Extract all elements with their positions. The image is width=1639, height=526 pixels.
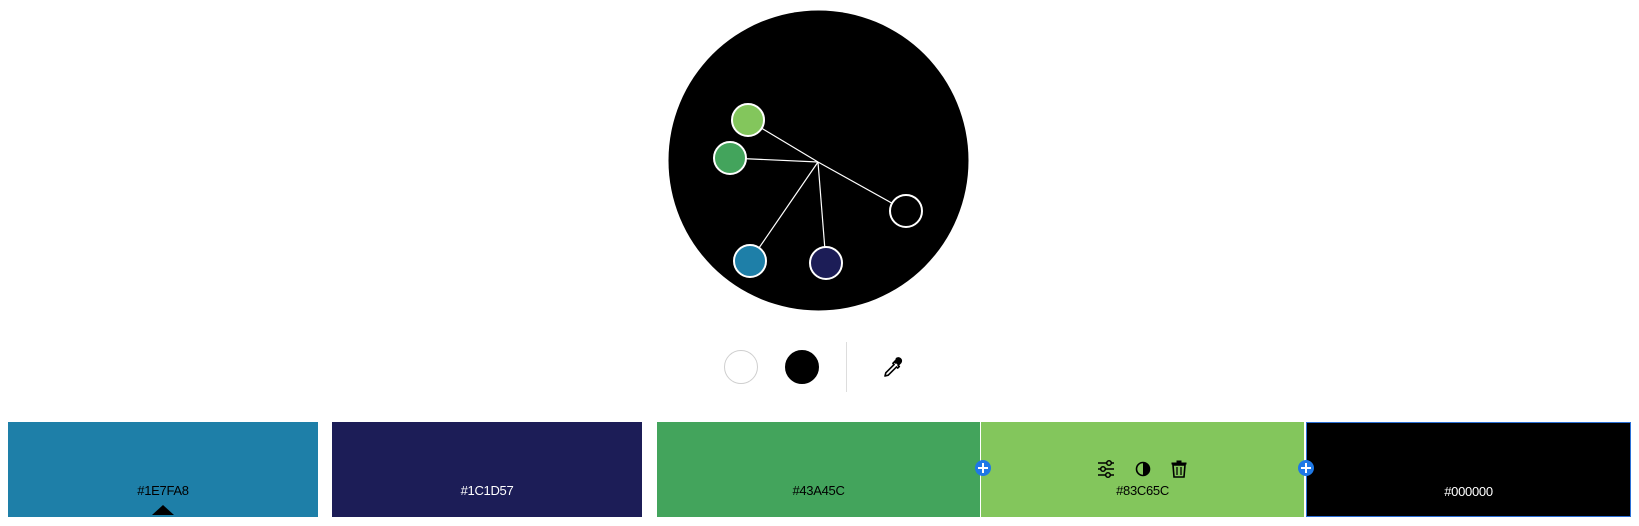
swatch-hex-label: #1C1D57: [460, 483, 514, 498]
handle-1C1D57[interactable]: [809, 246, 843, 280]
swatch-hex-label: #000000: [1444, 484, 1493, 499]
contrast-icon: [1135, 461, 1151, 477]
palette-swatch-000000[interactable]: #000000: [1306, 422, 1631, 517]
palette-swatch-43A45C[interactable]: #43A45C: [657, 422, 980, 517]
palette-swatch-83C65C[interactable]: #83C65C: [981, 422, 1304, 517]
trash-icon: [1171, 460, 1187, 478]
add-color-button[interactable]: [1298, 460, 1314, 476]
sliders-icon: [1098, 459, 1114, 479]
swatch-hex-label: #1E7FA8: [137, 483, 189, 498]
handle-43A45C[interactable]: [713, 141, 747, 175]
black-swatch-button[interactable]: [785, 350, 819, 384]
white-swatch-button[interactable]: [724, 350, 758, 384]
eyedropper-icon: [884, 357, 903, 377]
handle-83C65C[interactable]: [731, 103, 765, 137]
swatch-hex-label: #83C65C: [1116, 483, 1169, 498]
eyedropper-button[interactable]: [878, 354, 906, 382]
palette-swatch-1C1D57[interactable]: #1C1D57: [332, 422, 642, 517]
selected-marker-icon: [152, 505, 174, 515]
delete-button[interactable]: [1168, 458, 1190, 480]
color-wheel-svg[interactable]: [668, 10, 969, 311]
palette-swatch-1E7FA8[interactable]: #1E7FA8: [8, 422, 318, 517]
tool-bar: [724, 340, 924, 392]
contrast-button[interactable]: [1132, 458, 1154, 480]
add-color-button[interactable]: [975, 460, 991, 476]
adjust-button[interactable]: [1095, 458, 1117, 480]
handle-1E7FA8[interactable]: [733, 244, 767, 278]
tool-divider: [846, 342, 847, 392]
swatch-hex-label: #43A45C: [792, 483, 845, 498]
color-wheel[interactable]: [668, 10, 969, 311]
palette-bar: #1E7FA8 #1C1D57 #43A45C #83C65C #000000: [8, 422, 1631, 517]
handle-000000[interactable]: [889, 194, 923, 228]
swatch-actions: [981, 458, 1304, 480]
